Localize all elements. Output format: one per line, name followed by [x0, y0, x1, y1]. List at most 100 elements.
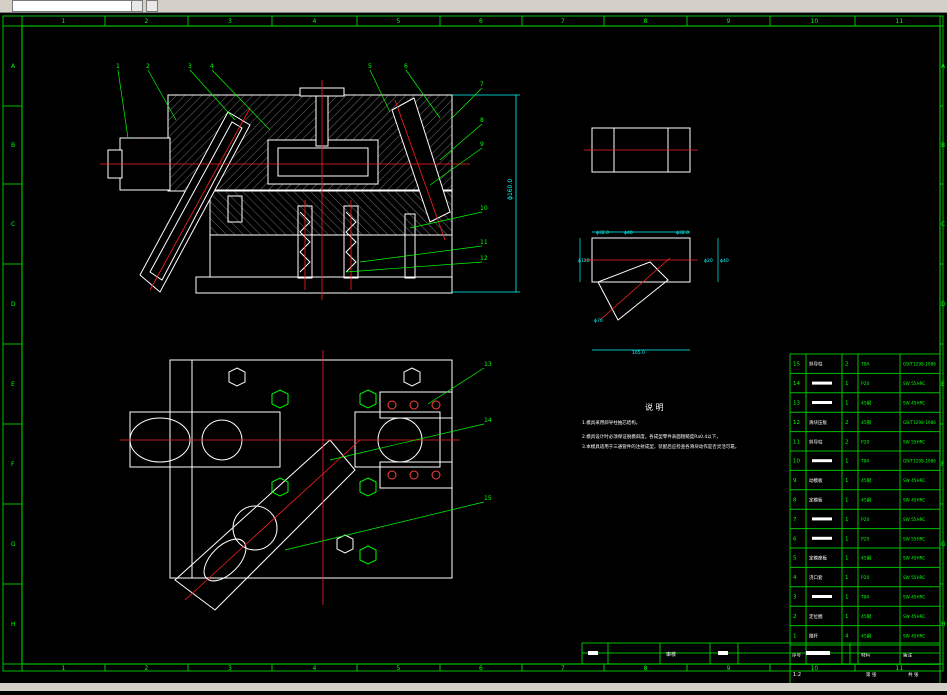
- status-bar: [0, 683, 947, 691]
- column-marker-top: 2: [145, 18, 149, 25]
- bom-row-qty: 2: [845, 439, 849, 445]
- section-leader-label: 4: [210, 63, 214, 70]
- bom-row-standard: SW 55HRC: [903, 575, 925, 580]
- column-marker-top: 5: [397, 18, 401, 25]
- row-marker-right: C: [941, 221, 945, 228]
- column-marker-bottom: 11: [896, 665, 904, 672]
- bom-row-no: 9: [793, 478, 797, 484]
- section-leader-label: 9: [480, 141, 484, 148]
- bom-scale: 1:2: [793, 672, 801, 678]
- column-marker-top: 6: [479, 18, 483, 25]
- bom-row-material: P20: [861, 517, 870, 523]
- column-marker-bottom: 2: [145, 665, 149, 672]
- row-marker-right: F: [941, 461, 945, 468]
- column-marker-bottom: 1: [62, 665, 66, 672]
- layer-properties-icon[interactable]: [146, 0, 158, 12]
- bom-row-no: 10: [793, 459, 800, 465]
- row-marker-right: G: [941, 541, 946, 548]
- tee-dimension: ϕ32.0: [676, 230, 689, 236]
- bom-row-standard: GB/T1298-1986: [903, 362, 936, 367]
- layer-combo[interactable]: [12, 0, 132, 12]
- tee-dimension: ϕ120: [578, 258, 590, 264]
- column-marker-bottom: 5: [397, 665, 401, 672]
- bom-row-qty: 1: [845, 614, 849, 620]
- bom-row-material: P20: [861, 575, 870, 581]
- bom-row-qty: 4: [845, 633, 849, 639]
- column-marker-bottom: 3: [228, 665, 232, 672]
- notes-line-1: 1.模具采用斜导柱抽芯结构。: [582, 419, 640, 426]
- bom-row-standard: GB/T1298-1986: [903, 459, 936, 464]
- bom-row-material: P20: [861, 381, 870, 387]
- column-marker-top: 4: [313, 18, 317, 25]
- title-block: 审核: [581, 642, 941, 665]
- bom-row-name-block: [812, 401, 832, 404]
- bom-row-material: P20: [861, 439, 870, 445]
- plan-leader-label: 13: [484, 361, 492, 368]
- row-marker-left: G: [11, 541, 16, 548]
- bom-row-material: 45钢: [861, 613, 872, 620]
- tee-dimension: ϕ32.0: [596, 230, 609, 236]
- row-marker-right: A: [941, 63, 946, 70]
- notes-line-2: 2.模具设计时必须保证脱模斜度，各成型零件表面粗糙度Ra0.4以下，: [582, 433, 721, 440]
- drawing-frame: [2, 15, 944, 672]
- bom-row-material: 45钢: [861, 555, 872, 562]
- bom-row-no: 2: [793, 614, 797, 620]
- bom-row-no: 1: [793, 633, 797, 639]
- bom-row-material: 45钢: [861, 477, 872, 484]
- row-marker-left: C: [11, 221, 15, 228]
- bom-row-material: T8A: [860, 595, 871, 601]
- tee-dimension: ϕ70: [594, 318, 603, 324]
- plan-leaders: 13 14 15: [284, 361, 492, 551]
- chevron-down-icon[interactable]: [131, 0, 143, 12]
- row-marker-left: E: [11, 381, 15, 388]
- row-marker-right: E: [941, 381, 945, 388]
- bom-row-no: 5: [793, 556, 797, 562]
- row-marker-right: B: [941, 142, 945, 149]
- section-leader-label: 3: [188, 63, 192, 70]
- bom-row-no: 12: [793, 420, 800, 426]
- section-height-dim: ϕ160.0: [507, 179, 514, 200]
- bom-row-standard: SW 55HRC: [903, 439, 925, 444]
- bom-row-no: 3: [793, 595, 797, 601]
- notes-title: 说 明: [645, 402, 664, 412]
- bom-row-no: 15: [793, 362, 800, 368]
- row-marker-left: A: [11, 63, 16, 70]
- tee-dimension: ϕ40: [624, 230, 633, 236]
- bom-row-name: 斜导柱: [809, 361, 823, 368]
- bom-row-qty: 2: [845, 420, 849, 426]
- bom-row-qty: 1: [845, 517, 849, 523]
- notes-block: 说 明 1.模具采用斜导柱抽芯结构。 2.模具设计时必须保证脱模斜度，各成型零件…: [582, 402, 739, 450]
- column-marker-top: 1: [62, 18, 66, 25]
- row-marker-left: B: [11, 142, 15, 149]
- bom-row-name-block: [812, 517, 832, 521]
- bom-row-material: 45钢: [861, 497, 872, 504]
- row-marker-right: H: [941, 621, 946, 628]
- bom-row-standard: SW 55HRC: [903, 536, 925, 541]
- bom-row-qty: 1: [845, 478, 849, 484]
- mold-plan-view: [120, 350, 460, 611]
- row-marker-left: D: [11, 301, 16, 308]
- bom-row-no: 6: [793, 536, 797, 542]
- bom-row-standard: SW 55HRC: [903, 381, 925, 386]
- bom-row-qty: 1: [845, 381, 849, 387]
- part-dimensions: ϕ32.0 ϕ40 ϕ32.0 ϕ120 ϕ20 ϕ40 ϕ70 165.0: [578, 230, 729, 356]
- bom-row-name: 斜导柱: [809, 438, 823, 445]
- column-marker-bottom: 4: [313, 665, 317, 672]
- bom-row-standard: SW 45HRC: [903, 556, 925, 561]
- bom-row-no: 13: [793, 401, 800, 407]
- bom-row-no: 8: [793, 498, 797, 504]
- bom-row-qty: 1: [845, 556, 849, 562]
- section-leader-label: 5: [368, 63, 372, 70]
- bom-row-name: 推杆: [809, 632, 818, 639]
- row-marker-left: F: [11, 461, 15, 468]
- column-marker-bottom: 10: [811, 665, 819, 672]
- bom-row-material: 45钢: [861, 632, 872, 639]
- section-leader-label: 6: [404, 63, 408, 70]
- column-marker-bottom: 8: [644, 665, 648, 672]
- bom-row-no: 11: [793, 439, 800, 445]
- drawing-sheet[interactable]: 1 1 2 2 3 3 4 4 5 5 6 6 7 7 8 8 9 9 10 10 11 11 AABBCCDDEEFFG…: [0, 12, 947, 691]
- bom-row-material: T8A: [860, 362, 871, 368]
- notes-line-3: 3.本模具适用于三通管件的注射成型，装配后应检查各滑块动作是否灵活可靠。: [582, 443, 739, 450]
- row-marker-left: H: [11, 621, 16, 628]
- bom-row-qty: 1: [845, 536, 849, 542]
